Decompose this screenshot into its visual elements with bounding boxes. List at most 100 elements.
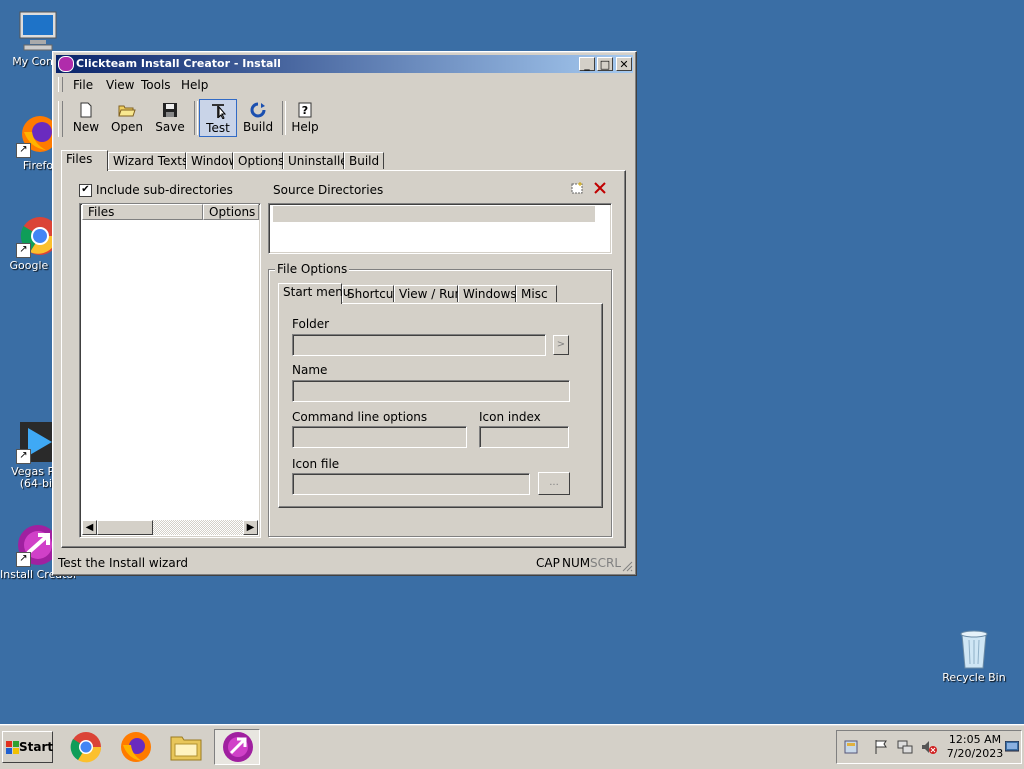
icon-index-label: Icon index (479, 410, 541, 424)
folder-field[interactable] (292, 334, 546, 356)
taskbar-file-explorer[interactable] (168, 729, 204, 765)
file-explorer-icon (170, 736, 202, 761)
toolbar-grip[interactable] (58, 101, 63, 137)
tab-options[interactable]: Options (233, 152, 284, 169)
taskbar-install-creator[interactable] (214, 729, 260, 765)
flag-icon[interactable] (873, 739, 889, 755)
maximize-button[interactable]: □ (597, 57, 613, 71)
source-directory-row[interactable] (273, 206, 595, 222)
tab-build[interactable]: Build (344, 152, 384, 169)
minimize-button[interactable]: _ (579, 57, 595, 71)
tab-windows[interactable]: Windows (458, 285, 517, 302)
tab-files[interactable]: Files (61, 150, 108, 171)
start-button[interactable]: Start (2, 731, 53, 763)
shortcut-arrow-icon: ↗ (16, 143, 31, 158)
network-icon[interactable] (897, 739, 913, 755)
help-button-label: Help (291, 120, 319, 134)
column-header-files[interactable]: Files (82, 204, 203, 220)
icon-file-field[interactable] (292, 473, 530, 495)
status-text: Test the Install wizard (58, 556, 189, 570)
build-button[interactable]: Build (239, 99, 277, 137)
test-button[interactable]: Test (199, 99, 237, 137)
name-field[interactable] (292, 380, 570, 402)
shortcut-arrow-icon: ↗ (16, 243, 31, 258)
computer-icon (16, 10, 60, 54)
show-desktop-icon[interactable] (1005, 741, 1019, 753)
build-button-label: Build (242, 120, 274, 134)
status-cap: CAP (536, 556, 560, 570)
build-icon (249, 102, 267, 118)
desktop-icon-label: Recycle Bin (942, 672, 1006, 684)
tab-misc[interactable]: Misc (516, 285, 557, 302)
resize-grip-icon[interactable] (621, 560, 633, 572)
source-directories-list[interactable] (268, 203, 612, 254)
toolbar-separator (194, 101, 198, 135)
command-line-label: Command line options (292, 410, 428, 424)
horizontal-scrollbar[interactable]: ◀ ▶ (82, 520, 258, 535)
taskbar-chrome[interactable] (68, 729, 104, 765)
file-option-tabs: Start menu Shortcut View / Run Windows M… (278, 283, 598, 304)
save-button-label: Save (155, 120, 185, 134)
firefox-icon (121, 732, 151, 762)
status-scrl: SCRL (590, 556, 622, 570)
menu-grip[interactable] (58, 77, 63, 92)
desktop-icon-recycle-bin[interactable]: Recycle Bin (936, 626, 1012, 684)
source-directories-label: Source Directories (273, 183, 384, 197)
scroll-left-button[interactable]: ◀ (82, 520, 97, 535)
scrollbar-thumb[interactable] (97, 520, 153, 535)
clock-date: 7/20/2023 (946, 747, 1004, 760)
help-icon: ? (296, 102, 314, 118)
menu-bar: File View Tools Help (56, 75, 633, 94)
volume-muted-icon[interactable] (921, 739, 937, 755)
include-subdirs-label: Include sub-directories (96, 183, 233, 197)
file-list[interactable]: Files Options ◀ ▶ (79, 203, 261, 538)
add-directory-icon[interactable] (570, 181, 584, 195)
svg-text:?: ? (302, 104, 308, 117)
remove-directory-icon[interactable] (593, 181, 607, 195)
files-tab-panel: ✔ Include sub-directories Files Options … (61, 170, 626, 548)
column-header-options[interactable]: Options (203, 204, 259, 220)
notification-icon[interactable] (843, 739, 859, 755)
open-button-label: Open (110, 120, 144, 134)
clock[interactable]: 12:05 AM 7/20/2023 (945, 733, 1005, 761)
new-button-label: New (72, 120, 100, 134)
clock-time: 12:05 AM (948, 733, 1002, 746)
menu-view[interactable]: View (106, 78, 134, 92)
open-button[interactable]: Open (108, 99, 146, 137)
recycle-bin-icon (952, 626, 996, 670)
menu-file[interactable]: File (73, 78, 93, 92)
install-creator-window: Clickteam Install Creator - Install _ □ … (52, 51, 637, 576)
command-line-field[interactable] (292, 426, 467, 448)
install-creator-icon (223, 732, 253, 762)
test-button-label: Test (206, 121, 230, 135)
start-menu-panel: Folder > Name Command line options Icon … (278, 303, 603, 508)
close-button[interactable]: ✕ (616, 57, 632, 71)
title-bar[interactable]: Clickteam Install Creator - Install _ □ … (56, 55, 633, 73)
save-button[interactable]: Save (151, 99, 189, 137)
main-tabs: Files Wizard Texts Window Options Uninst… (61, 150, 631, 171)
tab-uninstaller[interactable]: Uninstaller (283, 152, 353, 169)
new-button[interactable]: New (67, 99, 105, 137)
icon-file-browse-button[interactable]: ... (538, 472, 570, 495)
status-num: NUM (562, 556, 591, 570)
tab-view-run[interactable]: View / Run (394, 285, 462, 302)
tab-start-menu[interactable]: Start menu (278, 283, 350, 304)
toolbar: New Open Save Test Build ? Help (56, 97, 633, 141)
shortcut-arrow-icon: ↗ (16, 449, 31, 464)
open-folder-icon (118, 102, 136, 118)
shortcut-arrow-icon: ↗ (16, 552, 31, 567)
name-label: Name (292, 363, 328, 377)
taskbar-firefox[interactable] (118, 729, 154, 765)
system-tray: 12:05 AM 7/20/2023 (836, 730, 1022, 764)
help-button[interactable]: ? Help (286, 99, 324, 137)
tab-wizard-texts[interactable]: Wizard Texts (108, 152, 188, 169)
menu-help[interactable]: Help (181, 78, 208, 92)
tab-window[interactable]: Window (186, 152, 238, 169)
chrome-icon (70, 732, 102, 763)
icon-index-field[interactable] (479, 426, 569, 448)
scroll-right-button[interactable]: ▶ (243, 520, 258, 535)
folder-browse-button[interactable]: > (553, 335, 569, 355)
file-options-label: File Options (275, 262, 350, 276)
menu-tools[interactable]: Tools (141, 78, 171, 92)
include-subdirs-checkbox[interactable]: ✔ (79, 184, 92, 197)
